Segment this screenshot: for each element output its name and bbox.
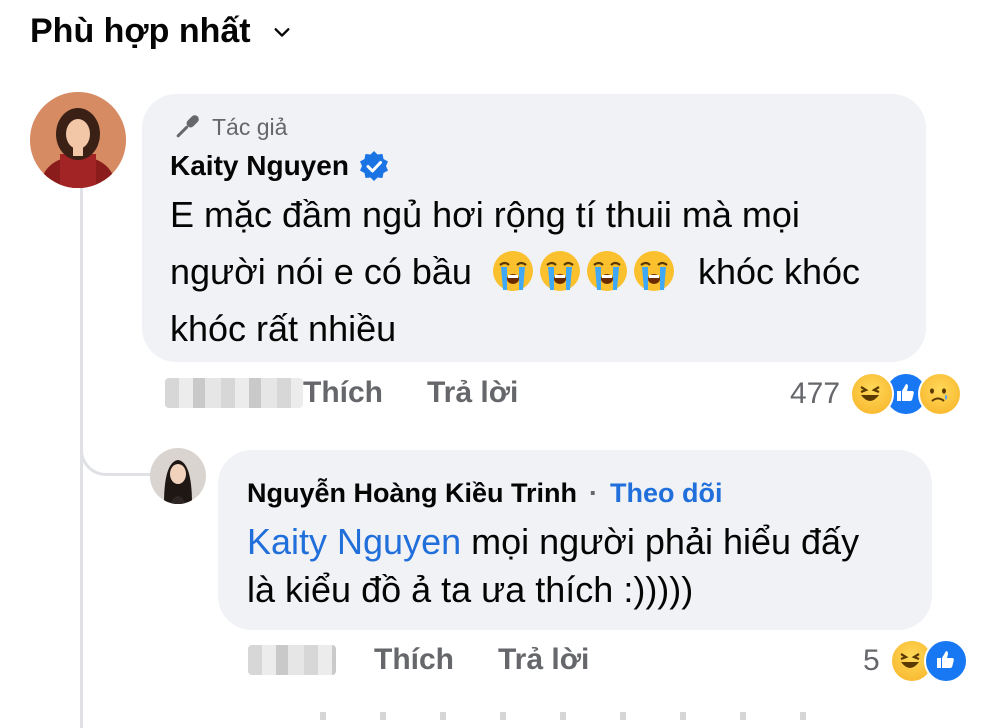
loudly-crying-face-emoji-icon <box>492 251 533 291</box>
author-badge: Tác giả <box>170 110 287 144</box>
follow-link[interactable]: Theo dõi <box>610 478 722 509</box>
reply-connector <box>80 400 150 476</box>
reply-text: Kaity Nguyen mọi người phải hiểu đấy là … <box>247 518 927 614</box>
sad-reaction-icon <box>918 372 963 416</box>
reply-line-2: là kiểu đồ ả ta ưa thích :))))) <box>247 569 694 610</box>
haha-reaction-icon <box>850 372 895 416</box>
avatar[interactable] <box>30 92 126 188</box>
comment-author-name[interactable]: Kaity Nguyen <box>170 150 349 182</box>
comment-line-3: khóc rất nhiều <box>170 308 397 349</box>
reply-line-1-rest: mọi người phải hiểu đấy <box>471 521 860 562</box>
reaction-count: 477 <box>790 377 841 410</box>
reply-reply-link[interactable]: Trả lời <box>498 643 589 677</box>
reply-avatar[interactable] <box>150 448 206 504</box>
comment-line-2-end: khóc khóc <box>697 251 861 292</box>
sort-label: Phù hợp nhất <box>30 12 251 50</box>
comment-text: E mặc đầm ngủ hơi rộng tí thuii mà mọi n… <box>170 186 920 357</box>
microphone-icon <box>176 115 199 138</box>
blurred-timestamp <box>165 378 303 408</box>
loudly-crying-face-emoji-icon <box>539 251 580 291</box>
comment-actions: Thích Trả lời <box>165 376 518 410</box>
mention-link[interactable]: Kaity Nguyen <box>247 521 461 562</box>
reply-reaction-count: 5 <box>863 644 880 677</box>
reply-reactions[interactable]: 5 <box>863 639 968 683</box>
reply-header: Nguyễn Hoàng Kiều Trinh · Theo dõi <box>247 478 723 509</box>
reply-author-name[interactable]: Nguyễn Hoàng Kiều Trinh <box>247 478 577 509</box>
like-reaction-icon <box>923 639 968 683</box>
sort-dropdown[interactable]: Phù hợp nhất <box>30 12 291 51</box>
comment-author[interactable]: Kaity Nguyen <box>170 150 389 182</box>
comment-reactions[interactable]: 477 <box>790 372 963 416</box>
loudly-crying-face-emoji-icon <box>633 251 674 291</box>
loudly-crying-face-emoji-icon <box>586 251 627 291</box>
like-link[interactable]: Thích <box>303 376 383 410</box>
reply-actions: Thích Trả lời <box>248 643 589 677</box>
reply-like-link[interactable]: Thích <box>374 643 454 677</box>
emoji-group <box>492 251 680 292</box>
comment-line-2: người nói e có bầu khóc khóc <box>170 243 920 300</box>
next-comment-cutoff <box>320 712 840 720</box>
chevron-down-icon <box>274 27 290 37</box>
verified-badge-icon <box>359 151 388 181</box>
reaction-icons <box>889 639 968 683</box>
header-separator: · <box>589 478 599 508</box>
comment-line-2-start: người nói e có bầu <box>170 251 472 292</box>
comment-line-1: E mặc đầm ngủ hơi rộng tí thuii mà mọi <box>170 194 800 235</box>
author-badge-label: Tác giả <box>212 113 288 140</box>
reply-line-1: Kaity Nguyen mọi người phải hiểu đấy <box>247 518 927 566</box>
reaction-icons <box>850 372 963 416</box>
blurred-timestamp <box>248 645 336 675</box>
reply-link[interactable]: Trả lời <box>427 376 518 410</box>
